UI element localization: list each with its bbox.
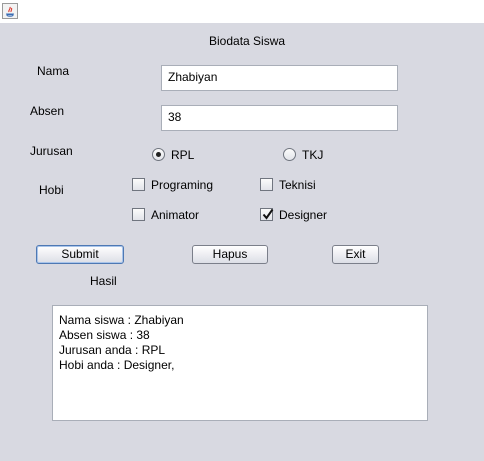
exit-button[interactable]: Exit: [332, 245, 379, 264]
hobi-label: Hobi: [39, 183, 64, 197]
output-line: Jurusan anda : RPL: [59, 343, 166, 357]
output-line: Nama siswa : Zhabiyan: [59, 313, 184, 327]
form-title: Biodata Siswa: [209, 34, 286, 48]
checkbox-animator-label[interactable]: Animator: [151, 208, 199, 222]
hapus-button[interactable]: Hapus: [192, 245, 268, 264]
hasil-label: Hasil: [90, 274, 117, 288]
absen-input[interactable]: 38: [161, 105, 398, 131]
checkbox-programing[interactable]: [132, 178, 145, 191]
checkbox-teknisi-label[interactable]: Teknisi: [279, 178, 316, 192]
java-icon: [2, 3, 18, 19]
radio-tkj[interactable]: [283, 148, 296, 161]
hasil-output-textarea[interactable]: Nama siswa : Zhabiyan Absen siswa : 38 J…: [52, 305, 428, 421]
jurusan-label: Jurusan: [30, 144, 73, 158]
nama-label: Nama: [37, 64, 70, 78]
checkbox-designer[interactable]: [260, 208, 274, 221]
submit-button[interactable]: Submit: [36, 245, 124, 264]
checkbox-animator[interactable]: [132, 208, 145, 221]
checkmark-icon: [262, 208, 274, 220]
output-line: Absen siswa : 38: [59, 328, 150, 342]
checkbox-designer-label[interactable]: Designer: [279, 208, 327, 222]
absen-label: Absen: [30, 104, 65, 118]
output-line: Hobi anda : Designer,: [59, 358, 175, 372]
radio-rpl-label[interactable]: RPL: [171, 148, 194, 162]
nama-input[interactable]: Zhabiyan: [161, 65, 398, 91]
title-bar: [0, 0, 484, 23]
radio-tkj-label[interactable]: TKJ: [302, 148, 323, 162]
radio-rpl[interactable]: [152, 148, 165, 161]
checkbox-teknisi[interactable]: [260, 178, 273, 191]
checkbox-programing-label[interactable]: Programing: [151, 178, 213, 192]
